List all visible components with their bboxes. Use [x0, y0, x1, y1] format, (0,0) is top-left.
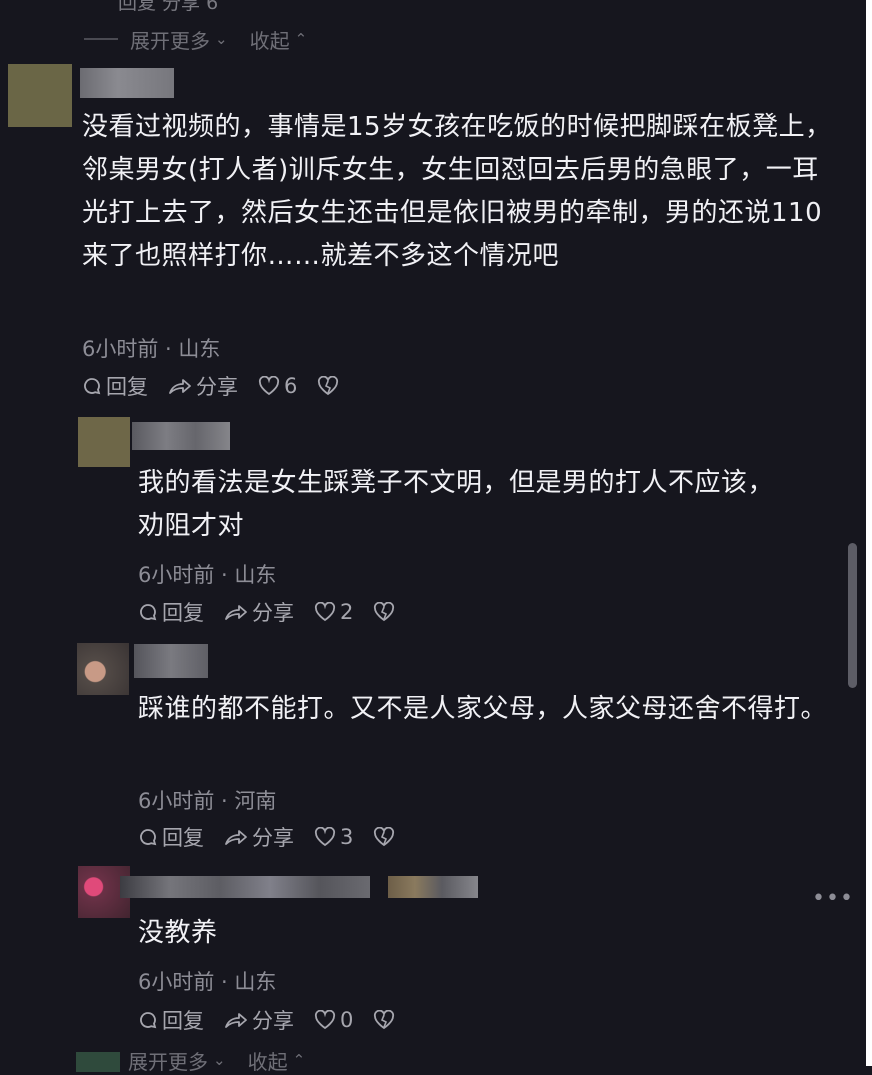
dislike-icon	[374, 1010, 395, 1030]
comment-icon	[140, 829, 157, 846]
expand-more-button[interactable]: 展开更多 ⌄	[128, 1046, 226, 1075]
like-icon	[314, 827, 336, 847]
reply-button[interactable]: 回复	[138, 1005, 204, 1035]
share-button[interactable]: 分享	[168, 371, 238, 401]
reply-label: 回复	[162, 601, 204, 625]
avatar[interactable]	[77, 643, 129, 695]
comment-icon	[140, 1012, 157, 1029]
like-icon	[314, 602, 336, 622]
comment-time: 6小时前	[138, 970, 215, 994]
collapse-button[interactable]: 收起 ⌃	[248, 1046, 306, 1075]
like-button[interactable]: 0	[314, 1008, 353, 1032]
comment-location: 山东	[234, 563, 277, 587]
window-edge	[866, 0, 872, 1066]
comment-body: 没看过视频的，事情是15岁女孩在吃饭的时候把脚踩在板凳上，邻桌男女(打人者)训斥…	[82, 112, 832, 271]
comment-meta: 6小时前 · 河南	[138, 785, 276, 815]
like-count: 6	[284, 374, 298, 398]
share-icon	[225, 830, 247, 845]
share-button[interactable]: 分享	[224, 1005, 294, 1035]
comment-time: 6小时前	[82, 337, 159, 361]
username-blurred[interactable]	[80, 68, 174, 98]
comment-actions: 回复 分享 0	[138, 1006, 419, 1034]
like-count: 3	[340, 825, 354, 849]
comment-body: 我的看法是女生踩凳子不文明，但是男的打人不应该，劝阻才对	[138, 468, 775, 541]
like-button[interactable]: 6	[258, 374, 297, 398]
username-blurred[interactable]	[120, 876, 370, 898]
expand-collapse-row: 展开更多 ⌄ 收起 ⌃	[84, 25, 307, 53]
chevron-up-icon: ⌃	[292, 1051, 306, 1069]
comment-body: 踩谁的都不能打。又不是人家父母，人家父母还舍不得打。	[138, 694, 828, 724]
dislike-icon	[374, 602, 395, 622]
collapse-button[interactable]: 收起 ⌃	[250, 25, 308, 54]
avatar[interactable]	[76, 1052, 120, 1072]
expand-collapse-row: 展开更多 ⌄ 收起 ⌃	[128, 1046, 305, 1074]
divider	[84, 38, 118, 40]
share-label: 分享	[252, 826, 294, 850]
comment-location: 河南	[234, 789, 277, 813]
comment-icon	[140, 604, 157, 621]
avatar[interactable]	[78, 417, 130, 467]
share-icon	[225, 605, 247, 620]
chevron-down-icon: ⌄	[215, 30, 228, 48]
comment-actions: 回复 分享 2	[138, 598, 419, 626]
dislike-button[interactable]	[373, 1010, 399, 1030]
comment-time: 6小时前	[138, 563, 215, 587]
meta-dot: ·	[158, 337, 179, 361]
reply-label: 回复	[106, 375, 148, 399]
like-count: 2	[340, 600, 354, 624]
share-button[interactable]: 分享	[224, 597, 294, 627]
share-label: 分享	[252, 601, 294, 625]
comment-icon	[84, 378, 101, 395]
chevron-down-icon: ⌄	[213, 1051, 226, 1069]
avatar[interactable]	[8, 64, 72, 127]
reply-button[interactable]: 回复	[82, 371, 148, 401]
dislike-icon	[318, 376, 339, 396]
meta-dot: ·	[214, 789, 235, 813]
chevron-up-icon: ⌃	[294, 30, 308, 48]
like-icon	[258, 376, 280, 396]
comment-meta: 6小时前 · 山东	[82, 333, 220, 363]
share-icon	[225, 1013, 247, 1028]
expand-more-button[interactable]: 展开更多 ⌄	[130, 25, 228, 54]
collapse-label: 收起	[247, 1049, 288, 1074]
scrollbar-thumb[interactable]	[848, 543, 857, 688]
share-label: 分享	[196, 375, 238, 399]
share-icon	[169, 379, 191, 394]
meta-dot: ·	[214, 563, 235, 587]
comment-actions: 回复 分享 3	[138, 823, 419, 851]
dislike-button[interactable]	[373, 827, 399, 847]
dislike-button[interactable]	[373, 602, 399, 622]
reply-label: 回复	[162, 1009, 204, 1033]
username-blurred[interactable]	[134, 644, 208, 678]
share-button[interactable]: 分享	[224, 822, 294, 852]
dislike-icon	[374, 827, 395, 847]
more-icon[interactable]: •••	[812, 886, 854, 911]
like-button[interactable]: 2	[314, 600, 353, 624]
like-button[interactable]: 3	[314, 825, 353, 849]
like-count: 0	[340, 1008, 354, 1032]
reply-label: 回复	[162, 826, 204, 850]
user-badge-blurred	[388, 876, 478, 898]
reply-button[interactable]: 回复	[138, 822, 204, 852]
reply-button[interactable]: 回复	[138, 597, 204, 627]
previous-actions-row: 回复 分享 6	[118, 0, 219, 14]
share-label: 分享	[252, 1009, 294, 1033]
expand-more-label: 展开更多	[128, 1049, 208, 1074]
comment-meta: 6小时前 · 山东	[138, 559, 276, 589]
username-blurred[interactable]	[132, 422, 230, 450]
comment-location: 山东	[178, 337, 221, 361]
collapse-label: 收起	[249, 28, 290, 53]
meta-dot: ·	[214, 970, 235, 994]
comment-time: 6小时前	[138, 789, 215, 813]
dislike-button[interactable]	[317, 376, 343, 396]
comment-meta: 6小时前 · 山东	[138, 966, 276, 996]
expand-more-label: 展开更多	[130, 28, 210, 53]
comment-actions: 回复 分享 6	[82, 372, 363, 400]
comment-body: 没教养	[138, 918, 218, 948]
like-icon	[314, 1010, 336, 1030]
comment-location: 山东	[234, 970, 277, 994]
